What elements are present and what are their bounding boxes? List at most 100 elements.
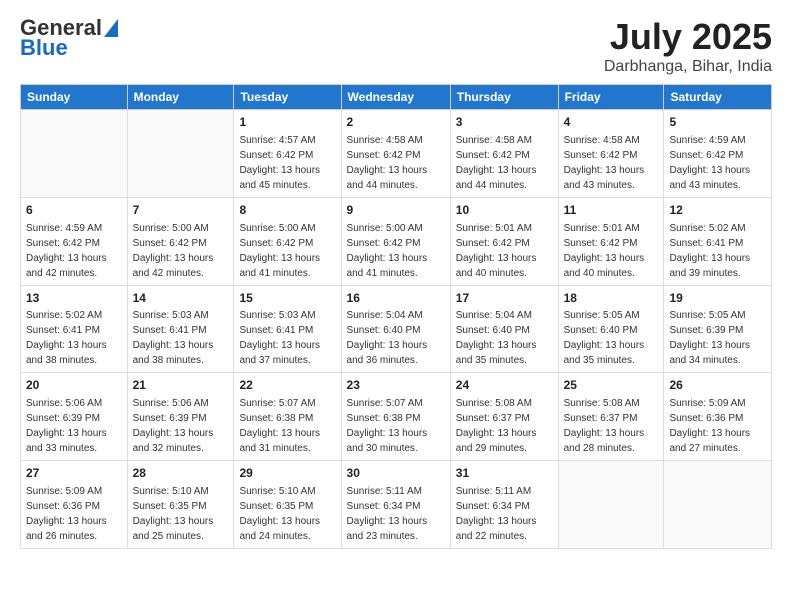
day-info: Sunrise: 5:06 AM Sunset: 6:39 PM Dayligh… (26, 396, 122, 456)
calendar-cell: 15Sunrise: 5:03 AM Sunset: 6:41 PM Dayli… (234, 285, 341, 373)
calendar-cell: 19Sunrise: 5:05 AM Sunset: 6:39 PM Dayli… (664, 285, 772, 373)
weekday-header: Wednesday (341, 85, 450, 110)
day-number: 22 (239, 377, 335, 394)
calendar-week-row: 13Sunrise: 5:02 AM Sunset: 6:41 PM Dayli… (21, 285, 772, 373)
calendar-week-row: 6Sunrise: 4:59 AM Sunset: 6:42 PM Daylig… (21, 197, 772, 285)
weekday-header: Sunday (21, 85, 128, 110)
day-number: 27 (26, 465, 122, 482)
day-number: 16 (347, 290, 445, 307)
day-number: 19 (669, 290, 766, 307)
calendar-cell: 6Sunrise: 4:59 AM Sunset: 6:42 PM Daylig… (21, 197, 128, 285)
day-number: 21 (133, 377, 229, 394)
day-number: 15 (239, 290, 335, 307)
day-info: Sunrise: 5:06 AM Sunset: 6:39 PM Dayligh… (133, 396, 229, 456)
calendar-cell: 12 Sunrise: 5:02 AM Sunset: 6:41 PM Dayli… (664, 197, 772, 285)
day-number: 11 (564, 202, 659, 219)
day-number: 7 (133, 202, 229, 219)
day-info: Sunrise: 5:07 AM Sunset: 6:38 PM Dayligh… (347, 396, 445, 456)
day-info: Sunrise: 5:05 AM Sunset: 6:39 PM Dayligh… (669, 308, 766, 368)
calendar-cell: 13Sunrise: 5:02 AM Sunset: 6:41 PM Dayli… (21, 285, 128, 373)
day-info: Sunrise: 5:01 AM Sunset: 6:42 PM Dayligh… (456, 221, 553, 281)
day-info: Sunrise: 5:04 AM Sunset: 6:40 PM Dayligh… (347, 308, 445, 368)
day-info: Sunrise: 5:10 AM Sunset: 6:35 PM Dayligh… (133, 484, 229, 544)
day-info: Sunrise: 5:08 AM Sunset: 6:37 PM Dayligh… (564, 396, 659, 456)
calendar-week-row: 20Sunrise: 5:06 AM Sunset: 6:39 PM Dayli… (21, 373, 772, 461)
day-info: Sunrise: 5:11 AM Sunset: 6:34 PM Dayligh… (347, 484, 445, 544)
weekday-header: Tuesday (234, 85, 341, 110)
day-info: Sunrise: 5:03 AM Sunset: 6:41 PM Dayligh… (239, 308, 335, 368)
day-info: Sunrise: 5:03 AM Sunset: 6:41 PM Dayligh… (133, 308, 229, 368)
day-number: 26 (669, 377, 766, 394)
day-number: 18 (564, 290, 659, 307)
calendar-cell: 18Sunrise: 5:05 AM Sunset: 6:40 PM Dayli… (558, 285, 664, 373)
calendar-cell: 31 Sunrise: 5:11 AM Sunset: 6:34 PM Dayli… (450, 461, 558, 549)
calendar-cell: 25 Sunrise: 5:08 AM Sunset: 6:37 PM Dayli… (558, 373, 664, 461)
day-number: 2 (347, 114, 445, 131)
calendar-header-row: SundayMondayTuesdayWednesdayThursdayFrid… (21, 85, 772, 110)
day-number: 25 (564, 377, 659, 394)
main-title: July 2025 (604, 16, 772, 58)
calendar-cell: 10Sunrise: 5:01 AM Sunset: 6:42 PM Dayli… (450, 197, 558, 285)
calendar-table: SundayMondayTuesdayWednesdayThursdayFrid… (20, 84, 772, 549)
day-number: 1 (239, 114, 335, 131)
day-info: Sunrise: 5:01 AM Sunset: 6:42 PM Dayligh… (564, 221, 659, 281)
calendar-cell: 21 Sunrise: 5:06 AM Sunset: 6:39 PM Dayli… (127, 373, 234, 461)
day-info: Sunrise: 5:10 AM Sunset: 6:35 PM Dayligh… (239, 484, 335, 544)
header: General Blue July 2025 Darbhanga, Bihar,… (20, 16, 772, 76)
calendar-cell: 27 Sunrise: 5:09 AM Sunset: 6:36 PM Dayli… (21, 461, 128, 549)
day-info: Sunrise: 5:11 AM Sunset: 6:34 PM Dayligh… (456, 484, 553, 544)
weekday-header: Monday (127, 85, 234, 110)
calendar-cell: 8Sunrise: 5:00 AM Sunset: 6:42 PM Daylig… (234, 197, 341, 285)
day-number: 29 (239, 465, 335, 482)
day-number: 17 (456, 290, 553, 307)
calendar-cell: 9 Sunrise: 5:00 AM Sunset: 6:42 PM Daylig… (341, 197, 450, 285)
day-info: Sunrise: 5:09 AM Sunset: 6:36 PM Dayligh… (26, 484, 122, 544)
day-info: Sunrise: 4:58 AM Sunset: 6:42 PM Dayligh… (564, 133, 659, 193)
weekday-header: Friday (558, 85, 664, 110)
calendar-cell: 26 Sunrise: 5:09 AM Sunset: 6:36 PM Dayli… (664, 373, 772, 461)
day-number: 30 (347, 465, 445, 482)
calendar-cell: 3 Sunrise: 4:58 AM Sunset: 6:42 PM Daylig… (450, 110, 558, 198)
day-info: Sunrise: 5:02 AM Sunset: 6:41 PM Dayligh… (669, 221, 766, 281)
calendar-cell: 14Sunrise: 5:03 AM Sunset: 6:41 PM Dayli… (127, 285, 234, 373)
day-info: Sunrise: 4:58 AM Sunset: 6:42 PM Dayligh… (347, 133, 445, 193)
day-info: Sunrise: 5:00 AM Sunset: 6:42 PM Dayligh… (239, 221, 335, 281)
calendar-cell: 30 Sunrise: 5:11 AM Sunset: 6:34 PM Dayli… (341, 461, 450, 549)
logo: General Blue (20, 16, 118, 60)
calendar-cell: 11 Sunrise: 5:01 AM Sunset: 6:42 PM Dayli… (558, 197, 664, 285)
day-number: 12 (669, 202, 766, 219)
calendar-week-row: 1 Sunrise: 4:57 AM Sunset: 6:42 PM Daylig… (21, 110, 772, 198)
day-info: Sunrise: 4:57 AM Sunset: 6:42 PM Dayligh… (239, 133, 335, 193)
day-info: Sunrise: 5:09 AM Sunset: 6:36 PM Dayligh… (669, 396, 766, 456)
calendar-cell: 5 Sunrise: 4:59 AM Sunset: 6:42 PM Daylig… (664, 110, 772, 198)
day-info: Sunrise: 4:59 AM Sunset: 6:42 PM Dayligh… (669, 133, 766, 193)
calendar-cell: 2 Sunrise: 4:58 AM Sunset: 6:42 PM Daylig… (341, 110, 450, 198)
day-info: Sunrise: 5:08 AM Sunset: 6:37 PM Dayligh… (456, 396, 553, 456)
day-number: 5 (669, 114, 766, 131)
day-number: 9 (347, 202, 445, 219)
day-info: Sunrise: 5:00 AM Sunset: 6:42 PM Dayligh… (133, 221, 229, 281)
day-info: Sunrise: 4:58 AM Sunset: 6:42 PM Dayligh… (456, 133, 553, 193)
logo-triangle-icon (104, 19, 118, 37)
day-number: 31 (456, 465, 553, 482)
day-number: 24 (456, 377, 553, 394)
page: General Blue July 2025 Darbhanga, Bihar,… (0, 0, 792, 612)
logo-blue-text: Blue (20, 36, 118, 60)
day-number: 28 (133, 465, 229, 482)
calendar-cell: 20Sunrise: 5:06 AM Sunset: 6:39 PM Dayli… (21, 373, 128, 461)
day-info: Sunrise: 5:02 AM Sunset: 6:41 PM Dayligh… (26, 308, 122, 368)
day-info: Sunrise: 5:07 AM Sunset: 6:38 PM Dayligh… (239, 396, 335, 456)
day-info: Sunrise: 5:00 AM Sunset: 6:42 PM Dayligh… (347, 221, 445, 281)
calendar-cell: 22 Sunrise: 5:07 AM Sunset: 6:38 PM Dayli… (234, 373, 341, 461)
day-number: 14 (133, 290, 229, 307)
weekday-header: Thursday (450, 85, 558, 110)
subtitle: Darbhanga, Bihar, India (604, 58, 772, 76)
day-number: 4 (564, 114, 659, 131)
calendar-cell: 28 Sunrise: 5:10 AM Sunset: 6:35 PM Dayli… (127, 461, 234, 549)
calendar-cell: 4 Sunrise: 4:58 AM Sunset: 6:42 PM Daylig… (558, 110, 664, 198)
day-number: 3 (456, 114, 553, 131)
calendar-week-row: 27 Sunrise: 5:09 AM Sunset: 6:36 PM Dayli… (21, 461, 772, 549)
calendar-cell: 16Sunrise: 5:04 AM Sunset: 6:40 PM Dayli… (341, 285, 450, 373)
calendar-cell (21, 110, 128, 198)
calendar-cell (127, 110, 234, 198)
